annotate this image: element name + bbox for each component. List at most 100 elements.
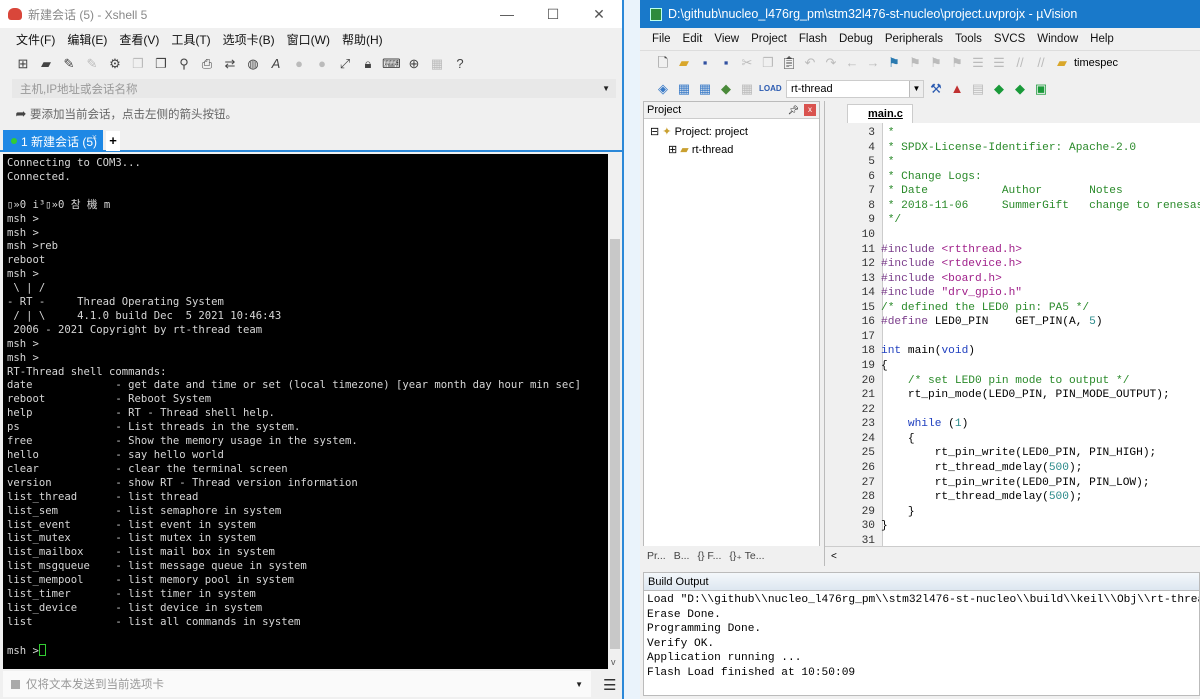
target-options-icon[interactable]: ⚒	[927, 81, 945, 97]
find-icon[interactable]: ⚲	[175, 56, 193, 72]
paste-icon[interactable]: 📋︎	[780, 55, 798, 71]
clear-bookmarks-icon[interactable]: ⚑	[948, 55, 966, 71]
load-icon[interactable]: LOAD	[759, 81, 782, 97]
uncomment-icon[interactable]: //	[1032, 55, 1050, 71]
connect-icon[interactable]: ✎	[60, 56, 78, 72]
tab-books[interactable]: B...	[674, 550, 690, 562]
menu-item[interactable]: Debug	[833, 33, 879, 45]
add-tab-button[interactable]: +	[106, 131, 120, 151]
rebuild-icon[interactable]: ▦	[696, 81, 714, 97]
transfer-icon[interactable]: ⇄	[221, 56, 239, 72]
terminal-scrollbar[interactable]: v	[608, 154, 622, 669]
save-icon[interactable]: ▪	[696, 55, 714, 71]
minimize-button[interactable]: —	[484, 0, 530, 28]
open-folder-icon[interactable]: ▰	[37, 56, 55, 72]
menu-item[interactable]: Tools	[949, 33, 988, 45]
menu-item[interactable]: 工具(T)	[165, 31, 216, 48]
cut-icon[interactable]: ✂	[738, 55, 756, 71]
new-file-icon[interactable]: 🗋︎	[654, 55, 672, 71]
manage-components-icon[interactable]: ▲	[948, 81, 966, 97]
menu-item[interactable]: 查看(V)	[113, 31, 165, 48]
code-content[interactable]: 3 * 4 * SPDX-License-Identifier: Apache-…	[825, 126, 1200, 546]
select-packs-icon[interactable]: ◆	[990, 81, 1008, 97]
close-button[interactable]: ✕	[576, 0, 622, 28]
globe-icon[interactable]: ◍	[244, 56, 262, 72]
arrow-add-icon[interactable]: ➦	[12, 106, 30, 122]
prev-bookmark-icon[interactable]: ⚑	[906, 55, 924, 71]
close-tab-icon[interactable]: ×	[92, 132, 97, 142]
bookmark-icon[interactable]: ⚑	[885, 55, 903, 71]
chevron-down-icon[interactable]: ▼	[602, 84, 610, 93]
comment-icon[interactable]: //	[1011, 55, 1029, 71]
menu-item[interactable]: 帮助(H)	[336, 31, 389, 48]
pack-installer-icon[interactable]: ◆	[1011, 81, 1029, 97]
tab-session-1[interactable]: 1 新建会话 (5) ×	[3, 130, 103, 152]
tree-item-rt-thread[interactable]: ⊞ ▰ rt-thread	[650, 141, 813, 159]
forward-icon[interactable]: →	[864, 55, 882, 71]
new-session-icon[interactable]: ⊞	[14, 56, 32, 72]
menu-item[interactable]: Help	[1084, 33, 1120, 45]
menu-item[interactable]: Peripherals	[879, 33, 949, 45]
save-all-icon[interactable]: ▪	[717, 55, 735, 71]
menu-item[interactable]: 选项卡(B)	[217, 31, 281, 48]
tree-item-project[interactable]: ⊟ ✦ Project: project	[650, 123, 813, 141]
paste-icon[interactable]: ❐	[152, 56, 170, 72]
xmanager-icon[interactable]: ●	[313, 56, 331, 72]
new-tab-icon[interactable]: ⊕	[405, 56, 423, 72]
menu-item[interactable]: 窗口(W)	[281, 31, 336, 48]
disconnect-icon[interactable]: ✎	[83, 56, 101, 72]
next-bookmark-icon[interactable]: ⚑	[927, 55, 945, 71]
fullscreen-icon[interactable]: ⤢	[336, 56, 354, 72]
back-icon[interactable]: ←	[843, 55, 861, 71]
font-icon[interactable]: A	[267, 56, 285, 72]
print-icon[interactable]: ⎙	[198, 56, 216, 72]
unindent-icon[interactable]: ☰	[990, 55, 1008, 71]
target-select[interactable]: rt-thread ▼	[786, 79, 924, 98]
menu-item[interactable]: Project	[745, 33, 793, 45]
tab-functions[interactable]: {} F...	[697, 550, 721, 562]
rte-icon[interactable]: ▣	[1032, 81, 1050, 97]
chevron-down-icon[interactable]: ▼	[575, 680, 583, 689]
properties-icon[interactable]: ⚙	[106, 56, 124, 72]
copy-icon[interactable]: ❐	[129, 56, 147, 72]
tab-project[interactable]: Pr...	[647, 550, 666, 562]
copy-icon[interactable]: ❐	[759, 55, 777, 71]
menu-item[interactable]: Edit	[677, 33, 709, 45]
build-icon[interactable]: ▦	[675, 81, 693, 97]
tab-main-c[interactable]: main.c	[847, 104, 913, 123]
menu-item[interactable]: Flash	[793, 33, 833, 45]
lock-icon[interactable]: 🔒︎	[359, 56, 377, 72]
batch-build-icon[interactable]: ◆	[717, 81, 735, 97]
layout-icon[interactable]: ▦	[428, 56, 446, 72]
send-text-input[interactable]: 仅将文本发送到当前选项卡 ▼	[3, 671, 591, 697]
xftp-icon[interactable]: ●	[290, 56, 308, 72]
file-extensions-icon[interactable]: ▤	[969, 81, 987, 97]
horizontal-scrollbar[interactable]: <	[825, 546, 1200, 566]
keyboard-icon[interactable]: ⌨	[382, 56, 401, 72]
indent-icon[interactable]: ☰	[969, 55, 987, 71]
menu-item[interactable]: SVCS	[988, 33, 1031, 45]
scroll-down-icon[interactable]: v	[611, 657, 616, 667]
find-in-files-icon[interactable]: ▰	[1053, 55, 1071, 71]
code-editor[interactable]: main.c 3 * 4 * SPDX-License-Identifier: …	[824, 101, 1200, 566]
menu-item[interactable]: 文件(F)	[10, 31, 61, 48]
close-icon[interactable]: x	[804, 104, 816, 116]
maximize-button[interactable]: ☐	[530, 0, 576, 28]
tab-templates[interactable]: {}₊ Te...	[729, 550, 764, 562]
menu-item[interactable]: 编辑(E)	[61, 31, 113, 48]
chevron-down-icon[interactable]: ▼	[909, 80, 923, 97]
stop-build-icon[interactable]: ▦	[738, 81, 756, 97]
menu-item[interactable]: Window	[1031, 33, 1084, 45]
menu-icon[interactable]: ☰	[603, 676, 616, 694]
menu-item[interactable]: View	[708, 33, 745, 45]
translate-icon[interactable]: ◈	[654, 81, 672, 97]
help-icon[interactable]: ?	[451, 56, 469, 72]
menu-item[interactable]: File	[646, 33, 677, 45]
terminal[interactable]: Connecting to COM3... Connected. ▯»0 i³▯»0…	[3, 154, 608, 669]
redo-icon[interactable]: ↷	[822, 55, 840, 71]
open-icon[interactable]: ▰	[675, 55, 693, 71]
scrollbar-thumb[interactable]	[610, 239, 620, 649]
pin-icon[interactable]: 📌︎	[788, 105, 799, 116]
find-text[interactable]: timespec	[1074, 57, 1118, 69]
undo-icon[interactable]: ↶	[801, 55, 819, 71]
